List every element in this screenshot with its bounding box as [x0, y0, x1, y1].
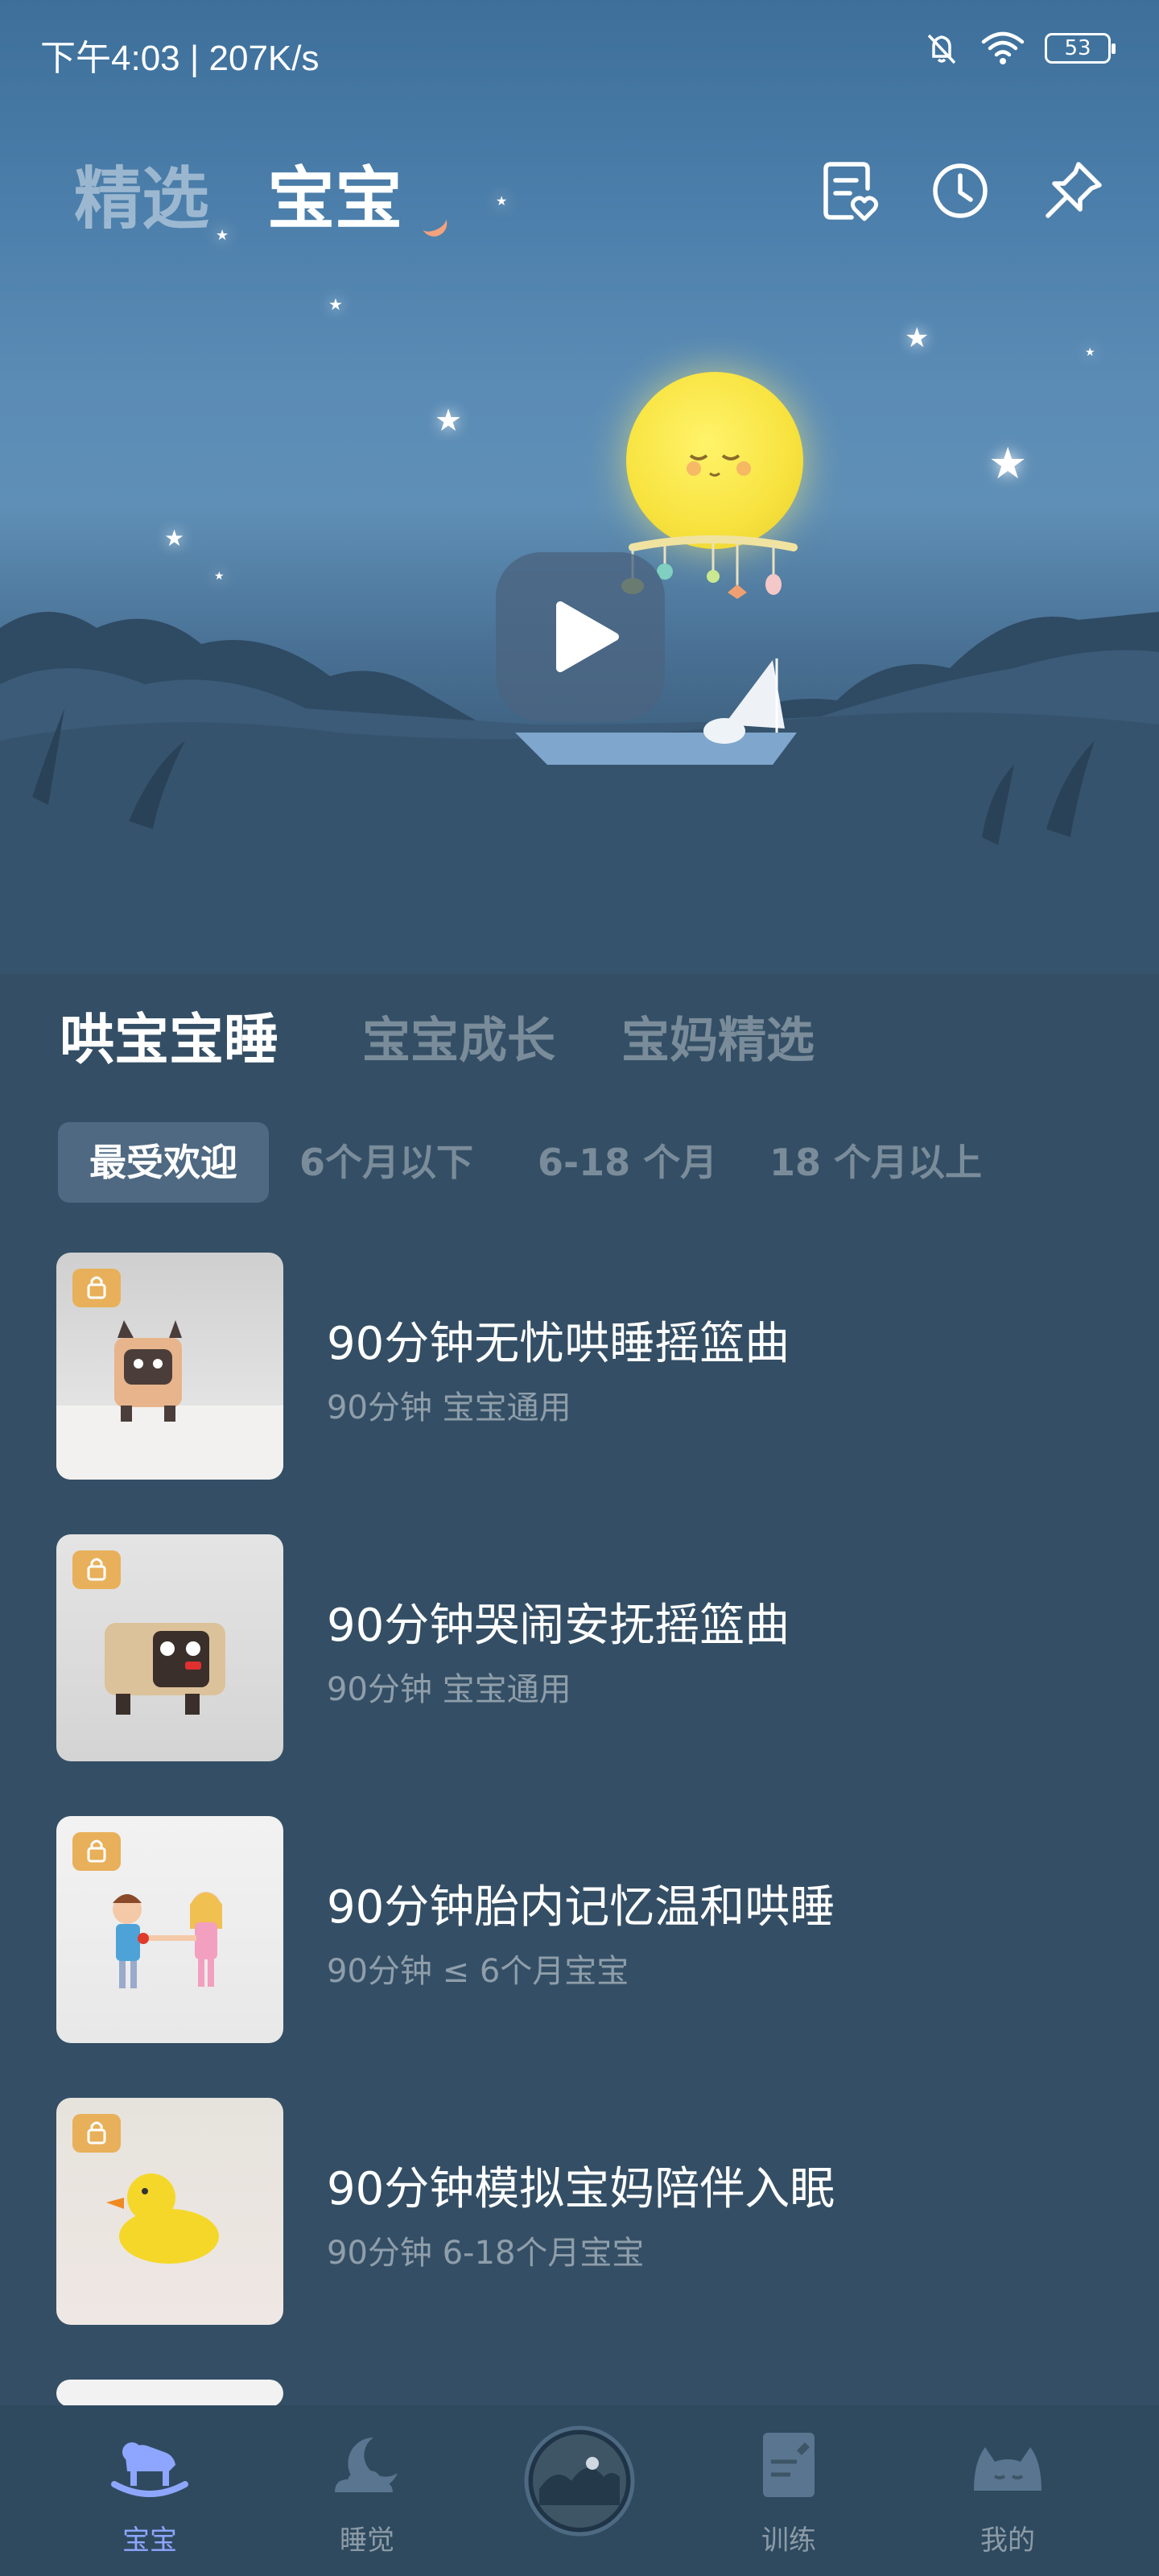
star-icon: ★: [164, 525, 185, 551]
star-icon: ★: [988, 438, 1028, 489]
bottom-nav-xunlian[interactable]: 训练: [708, 2405, 869, 2576]
status-time: 下午4:03 | 207K/s: [40, 39, 320, 78]
list-item[interactable]: 90分钟无忧哄睡摇篮曲 90分钟 宝宝通用: [0, 1253, 1159, 1480]
training-notebook-icon: [763, 2433, 815, 2497]
star-icon: ★: [328, 295, 343, 314]
tab-baoma-jingxuan[interactable]: 宝妈精选: [621, 1001, 815, 1071]
item-title: 90分钟哭闹安抚摇篮曲: [327, 1600, 790, 1652]
item-thumbnail: [56, 1534, 283, 1761]
bottom-nav-shuijiao[interactable]: 睡觉: [287, 2405, 448, 2576]
bottom-nav-baobao[interactable]: 宝宝: [69, 2405, 230, 2576]
play-button[interactable]: [496, 552, 665, 721]
item-subtitle: 90分钟 宝宝通用: [327, 1389, 571, 1426]
filter-under-6-months[interactable]: 6个月以下: [299, 1122, 473, 1203]
favorites-list-icon[interactable]: [815, 156, 884, 225]
bottom-nav-wode[interactable]: 我的: [927, 2405, 1088, 2576]
mute-bell-icon: [927, 34, 956, 64]
tab-baobao[interactable]: 宝宝: [267, 145, 402, 242]
rocking-horse-icon: [111, 2442, 188, 2497]
play-icon: [556, 601, 619, 672]
item-subtitle: 90分钟 ≤ 6个月宝宝: [327, 1953, 629, 1990]
filter-over-18-months[interactable]: 18 个月以上: [769, 1122, 982, 1203]
filter-chips: 最受欢迎 6个月以下 6-18 个月 18 个月以上: [0, 1122, 1159, 1203]
item-title: 90分钟模拟宝妈陪伴入眠: [327, 2163, 835, 2215]
list-item-partial[interactable]: [0, 2380, 1159, 2407]
section-tabs: 哄宝宝睡 宝宝成长 宝妈精选: [0, 995, 1159, 1084]
history-clock-icon[interactable]: [926, 156, 995, 225]
item-subtitle: 90分钟 宝宝通用: [327, 1671, 571, 1708]
tab-hong-baobao-shui[interactable]: 哄宝宝睡: [60, 995, 278, 1075]
bottom-nav-label: 宝宝: [122, 2524, 177, 2557]
lock-icon: [72, 1269, 121, 1307]
cat-face-icon: [974, 2447, 1041, 2491]
lock-icon: [72, 1832, 121, 1871]
star-icon: ★: [435, 402, 463, 438]
moon-cloud-icon: [335, 2438, 398, 2492]
bottom-nav-now-playing[interactable]: [499, 2405, 660, 2576]
filter-most-popular[interactable]: 最受欢迎: [58, 1122, 269, 1203]
item-thumbnail: [56, 1816, 283, 2043]
tab-active-indicator: [415, 202, 452, 241]
star-icon: ★: [905, 322, 930, 354]
status-icons: 53: [922, 29, 1116, 68]
star-icon: ★: [214, 570, 225, 583]
item-title: 90分钟无忧哄睡摇篮曲: [327, 1318, 790, 1370]
list-item[interactable]: 90分钟模拟宝妈陪伴入眠 90分钟 6-18个月宝宝: [0, 2098, 1159, 2325]
tab-jingxuan[interactable]: 精选: [74, 145, 209, 242]
status-bar: 下午4:03 | 207K/s 53: [0, 0, 1159, 105]
bottom-nav-label: 训练: [761, 2524, 816, 2557]
pin-icon[interactable]: [1038, 156, 1107, 225]
bottom-nav: 宝宝 睡觉 训练 我的: [0, 2405, 1159, 2576]
top-nav: 精选 宝宝: [0, 137, 1159, 242]
bottom-nav-label: 睡觉: [340, 2524, 394, 2557]
lock-icon: [72, 1550, 121, 1589]
item-thumbnail: [56, 1253, 283, 1480]
star-icon: ★: [1085, 346, 1095, 359]
list-item[interactable]: 90分钟胎内记忆温和哄睡 90分钟 ≤ 6个月宝宝: [0, 1816, 1159, 2043]
battery-icon: 53: [1045, 33, 1116, 64]
lock-icon: [72, 2114, 121, 2153]
wifi-icon: [981, 31, 1025, 64]
list-item[interactable]: 90分钟哭闹安抚摇篮曲 90分钟 宝宝通用: [0, 1534, 1159, 1761]
tab-baobao-chengzhang[interactable]: 宝宝成长: [362, 1001, 555, 1071]
item-subtitle: 90分钟 6-18个月宝宝: [327, 2235, 645, 2272]
item-title: 90分钟胎内记忆温和哄睡: [327, 1881, 835, 1934]
filter-6-18-months[interactable]: 6-18 个月: [538, 1122, 717, 1203]
item-thumbnail: [56, 2098, 283, 2325]
item-thumbnail: [56, 2380, 283, 2407]
bottom-nav-label: 我的: [980, 2524, 1035, 2557]
now-playing-disc-icon: [524, 2425, 635, 2537]
